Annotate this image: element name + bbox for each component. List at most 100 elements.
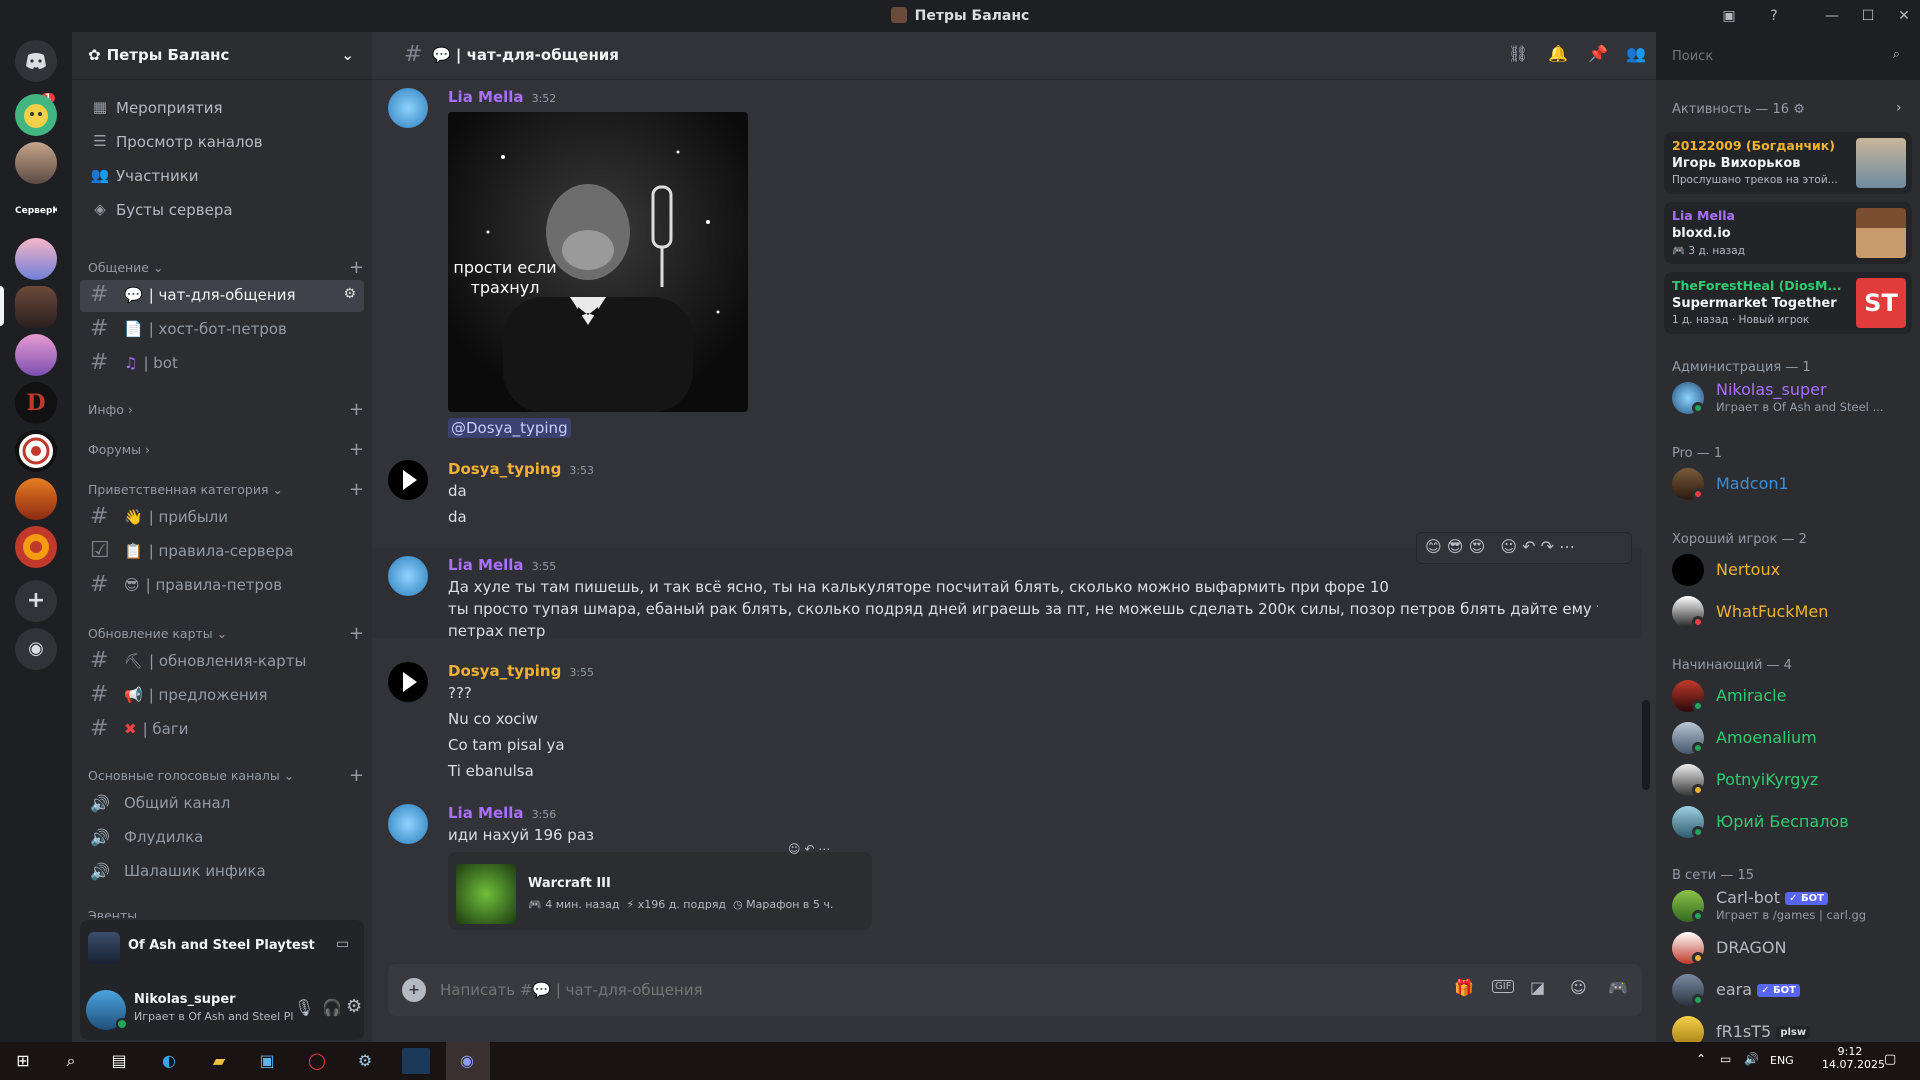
user-mention[interactable]: @Dosya_typing: [448, 418, 571, 438]
channel-map-updates[interactable]: # ⛏ | обновления-карты: [80, 646, 364, 678]
add-reaction-icon[interactable]: ☺: [788, 842, 801, 856]
channel-pribyli[interactable]: # 👋 | прибыли: [80, 502, 364, 534]
voice-channel-general[interactable]: 🔊 Общий канал: [80, 788, 364, 820]
server-icon[interactable]: [15, 94, 57, 136]
avatar[interactable]: [388, 556, 428, 596]
member-list-icon[interactable]: 👥: [1626, 44, 1646, 63]
member-row[interactable]: eara ✓ БОТ: [1664, 970, 1912, 1012]
network-icon[interactable]: ▭: [1720, 1052, 1731, 1066]
add-channel-icon[interactable]: +: [349, 399, 364, 420]
task-view-icon[interactable]: ▤: [106, 1048, 132, 1074]
add-server-icon[interactable]: +: [15, 580, 57, 622]
activity-card[interactable]: Of Ash and Steel Playtest ▭: [80, 920, 364, 980]
member-row[interactable]: Amiracle: [1664, 676, 1912, 718]
message-author[interactable]: Dosya_typing 3:55: [448, 662, 594, 680]
server-icon[interactable]: D: [15, 382, 57, 424]
nav-boosts[interactable]: ◈ Бусты сервера: [80, 194, 364, 226]
screen-share-icon[interactable]: ▭: [336, 936, 349, 952]
member-row[interactable]: Madcon1: [1664, 464, 1912, 506]
activity-card[interactable]: 20122009 (Богданчик) Игорь Вихорьков Про…: [1664, 132, 1912, 194]
more-icon[interactable]: ⋯: [1559, 537, 1575, 556]
member-row[interactable]: Юрий Беспалов: [1664, 802, 1912, 844]
activities-icon[interactable]: 🎮: [1608, 978, 1628, 997]
search-box[interactable]: ⌕: [1664, 42, 1908, 70]
channel-bot[interactable]: # ♫ | bot: [80, 348, 364, 380]
inbox-icon[interactable]: ▣: [1717, 4, 1741, 28]
settings-icon[interactable]: ⚙: [346, 996, 362, 1017]
channel-bugs[interactable]: # ✖ | баги: [80, 714, 364, 746]
category-map-updates[interactable]: Обновление карты ⌄ +: [88, 623, 364, 644]
channel-host-bot[interactable]: # 📄 | хост-бот-петров: [80, 314, 364, 346]
server-icon[interactable]: [15, 478, 57, 520]
message-author[interactable]: Dosya_typing 3:53: [448, 460, 594, 478]
category-general[interactable]: Общение ⌄ +: [88, 257, 364, 278]
close-button[interactable]: ✕: [1892, 4, 1916, 28]
category-events[interactable]: Эвенты: [88, 908, 364, 918]
server-icon[interactable]: [15, 526, 57, 568]
channel-settings-icon[interactable]: ⚙: [343, 286, 356, 302]
add-channel-icon[interactable]: +: [349, 623, 364, 644]
steam-icon[interactable]: ⚙: [352, 1048, 378, 1074]
member-row[interactable]: Amoenalium: [1664, 718, 1912, 760]
add-reaction-icon[interactable]: ☺: [1500, 537, 1517, 556]
channel-suggestions[interactable]: # 📢 | предложения: [80, 680, 364, 712]
scrollbar[interactable]: [1642, 700, 1650, 790]
discover-icon[interactable]: ◉: [15, 628, 57, 670]
category-voice[interactable]: Основные голосовые каналы ⌄ +: [88, 765, 364, 786]
nav-browse-channels[interactable]: ☰ Просмотр каналов: [80, 126, 364, 158]
notifications-icon[interactable]: ▢: [1884, 1052, 1896, 1067]
edge-icon[interactable]: ◐: [156, 1048, 182, 1074]
member-row[interactable]: fR1sT5 plsw: [1664, 1012, 1912, 1042]
add-channel-icon[interactable]: +: [349, 765, 364, 786]
channel-chat[interactable]: # 💬 | чат-для-общения ⚙: [80, 280, 364, 312]
channel-rules-petr[interactable]: # 😎 | правила-петров: [80, 570, 364, 602]
message-author[interactable]: Lia Mella 3:56: [448, 804, 556, 822]
server-icon[interactable]: [15, 286, 57, 328]
sticker-icon[interactable]: ◪: [1530, 978, 1545, 997]
server-icon[interactable]: [15, 142, 57, 184]
category-welcome[interactable]: Приветственная категория ⌄ +: [88, 479, 364, 500]
opera-icon[interactable]: ◯: [304, 1048, 330, 1074]
file-explorer-icon[interactable]: ▰: [206, 1048, 232, 1074]
message-input[interactable]: [440, 978, 1240, 1002]
channel-rules-server[interactable]: ☑ 📋 | правила-сервера: [80, 536, 364, 568]
voice-channel-shalash[interactable]: 🔊 Шалашик инфика: [80, 856, 364, 888]
member-row[interactable]: Carl-bot ✓ БОТ Играет в /games | carl.gg: [1664, 886, 1912, 928]
avatar[interactable]: [388, 88, 428, 128]
clock[interactable]: 9:12 14.07.2025: [1822, 1045, 1885, 1071]
maximize-button[interactable]: ☐: [1856, 4, 1880, 28]
discord-home-icon[interactable]: [15, 40, 57, 82]
search-input[interactable]: [1664, 42, 1864, 70]
microphone-icon[interactable]: 🎙: [294, 998, 314, 1017]
volume-icon[interactable]: 🔊: [1744, 1052, 1759, 1066]
message-author[interactable]: Lia Mella 3:55: [448, 556, 556, 574]
guild-header[interactable]: ✿ Петры Баланс ⌄: [72, 32, 372, 80]
gif-icon[interactable]: GIF: [1492, 980, 1515, 993]
member-row[interactable]: Nertoux: [1664, 550, 1912, 592]
avatar[interactable]: [388, 662, 428, 702]
category-info[interactable]: Инфо › +: [88, 399, 364, 420]
reply-icon[interactable]: ↶: [804, 842, 814, 856]
member-row[interactable]: PotnyiKyrgyz: [1664, 760, 1912, 802]
nav-events[interactable]: ▦ Мероприятия: [80, 92, 364, 124]
server-icon[interactable]: [15, 430, 57, 472]
message-author[interactable]: Lia Mella 3:52: [448, 88, 556, 106]
chevron-right-icon[interactable]: ›: [1896, 100, 1902, 116]
member-row[interactable]: DRAGON: [1664, 928, 1912, 970]
emoji-react-icon[interactable]: 😎: [1447, 537, 1464, 556]
game-taskbar-icon[interactable]: [402, 1048, 430, 1074]
threads-icon[interactable]: ⛓: [1508, 44, 1528, 63]
pin-icon[interactable]: 📌: [1588, 44, 1608, 63]
discord-taskbar-icon[interactable]: ◉: [454, 1048, 480, 1074]
tray-chevron-icon[interactable]: ⌃: [1696, 1052, 1706, 1066]
nav-members[interactable]: 👥 Участники: [80, 160, 364, 192]
activity-embed[interactable]: Warcraft III 🎮 4 мин. назад ⚡ x196 д. по…: [448, 842, 872, 930]
avatar[interactable]: [388, 460, 428, 500]
minimize-button[interactable]: —: [1820, 4, 1844, 28]
windows-start-icon[interactable]: ⊞: [10, 1048, 36, 1074]
add-channel-icon[interactable]: +: [349, 479, 364, 500]
reply-icon[interactable]: ↶: [1522, 537, 1535, 556]
emoji-icon[interactable]: ☺: [1570, 978, 1587, 997]
attach-plus-icon[interactable]: +: [402, 978, 426, 1002]
store-icon[interactable]: ▣: [254, 1048, 280, 1074]
